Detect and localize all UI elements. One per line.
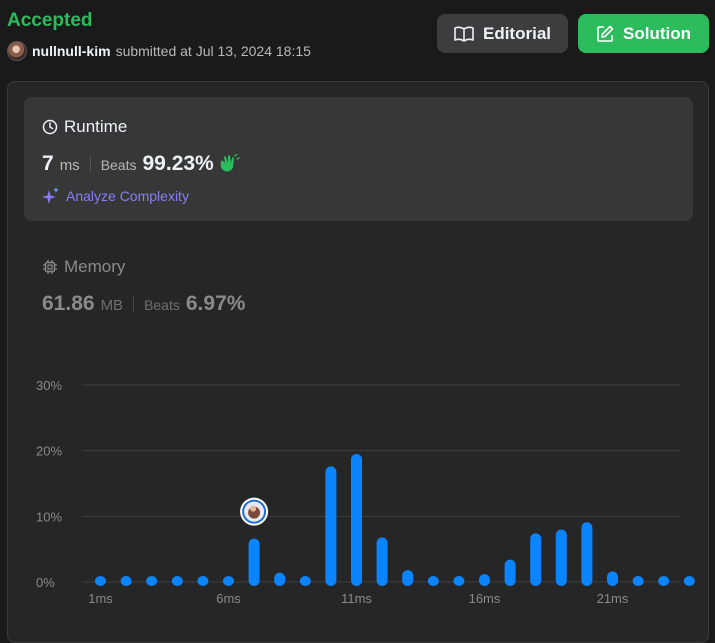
chart-bar[interactable] xyxy=(683,576,695,586)
y-tick-label: 20% xyxy=(36,444,62,459)
x-tick-label: 21ms xyxy=(597,591,629,606)
chart-bar[interactable] xyxy=(453,576,465,586)
chart-bar[interactable] xyxy=(479,574,490,586)
chart-bar[interactable] xyxy=(95,576,106,586)
chart-bar[interactable] xyxy=(197,576,209,586)
x-tick-label: 6ms xyxy=(216,591,241,606)
runtime-distribution-chart: 0% 10% 20% 30% 1ms 6ms 11ms 16ms 21ms xyxy=(36,378,695,606)
chart-bar[interactable] xyxy=(427,576,439,586)
chart-bar[interactable] xyxy=(376,537,388,586)
chart-bar[interactable] xyxy=(658,576,670,586)
chart-bar[interactable] xyxy=(325,466,337,586)
x-tick-label: 11ms xyxy=(341,591,372,606)
x-tick-label: 1ms xyxy=(88,591,113,606)
chart-bar[interactable] xyxy=(248,538,260,586)
chart-bar[interactable] xyxy=(146,576,158,586)
chart-bar[interactable] xyxy=(274,572,286,586)
chart-bar[interactable] xyxy=(223,576,234,586)
chart-bar[interactable] xyxy=(530,533,542,586)
avatar-detail xyxy=(250,505,257,512)
chart-bar[interactable] xyxy=(299,576,311,586)
x-tick-label: 16ms xyxy=(469,591,501,606)
chart-bar[interactable] xyxy=(120,576,132,586)
chart-bar[interactable] xyxy=(504,559,516,586)
chart-bar[interactable] xyxy=(351,453,362,586)
y-tick-label: 30% xyxy=(36,378,62,393)
chart-bar[interactable] xyxy=(555,529,567,586)
chart-bar[interactable] xyxy=(607,571,618,586)
chart-bar[interactable] xyxy=(581,522,593,586)
chart-bar[interactable] xyxy=(402,570,414,586)
y-tick-label: 10% xyxy=(36,509,62,524)
chart-bar[interactable] xyxy=(171,576,183,586)
y-tick-label: 0% xyxy=(36,575,55,590)
chart-bar[interactable] xyxy=(632,576,644,586)
